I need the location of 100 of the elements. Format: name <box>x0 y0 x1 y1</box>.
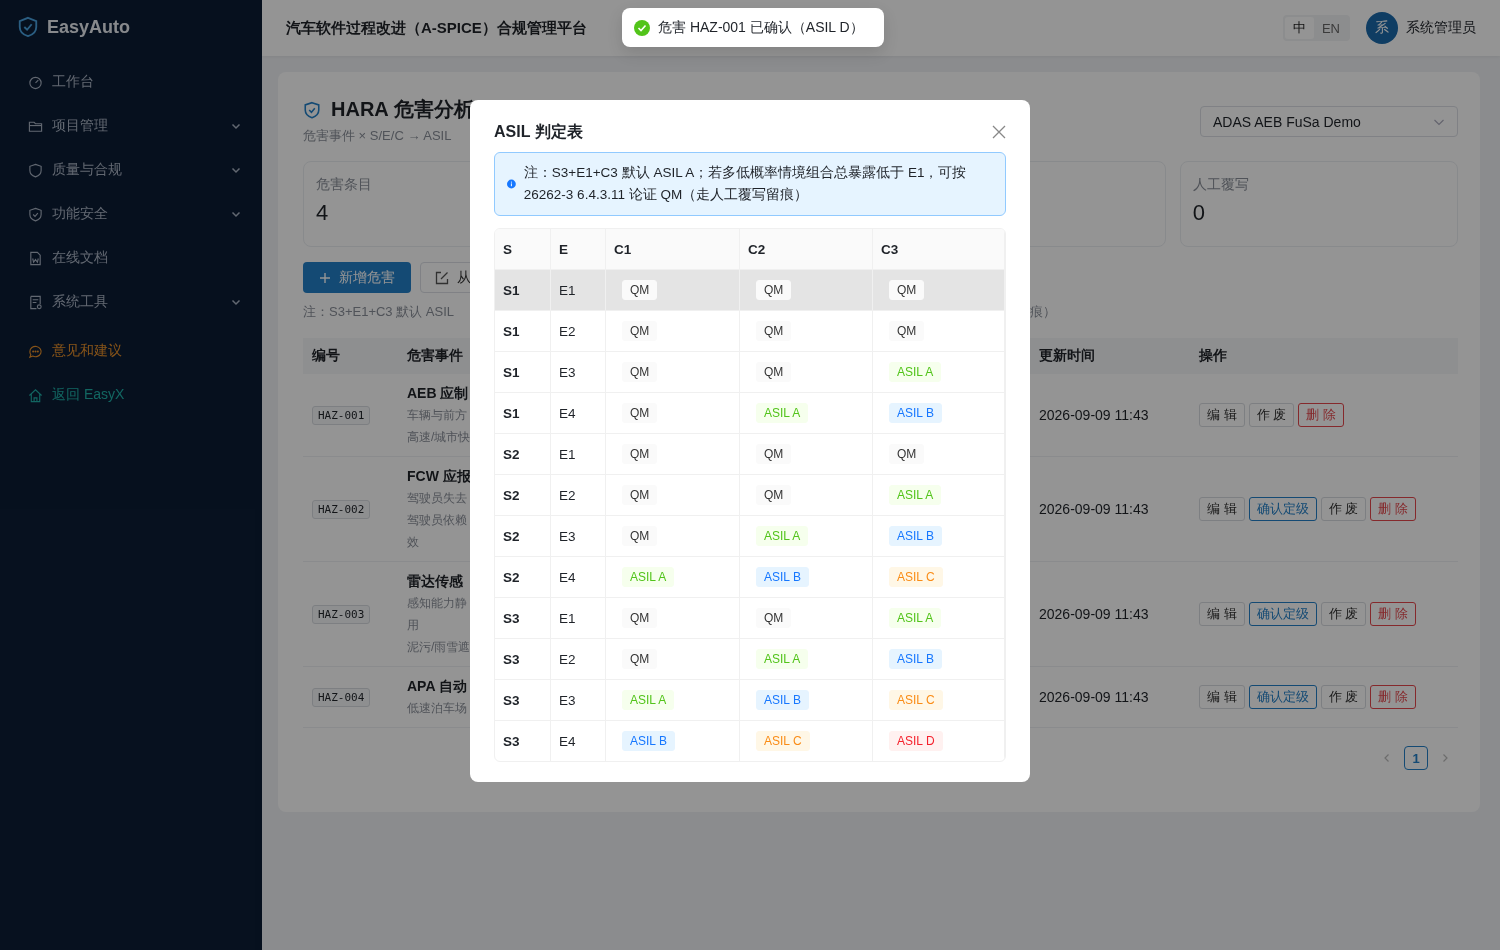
severity-cell: S1 <box>503 323 520 339</box>
exposure-cell: E4 <box>559 569 576 585</box>
hazard-event-description: 高速/城市快 <box>407 429 471 446</box>
row-action-button[interactable]: 编 辑 <box>1199 685 1245 709</box>
asil-tag: QM <box>622 362 658 382</box>
exposure-cell: E4 <box>559 405 576 421</box>
severity-cell: S1 <box>503 405 520 421</box>
shield-check-icon <box>303 100 321 119</box>
exposure-cell: E3 <box>559 528 576 544</box>
exposure-cell: E3 <box>559 364 576 380</box>
asil-tag: QM <box>622 649 658 669</box>
updated-time: 2026-09-09 11:43 <box>1039 407 1149 423</box>
exposure-cell: E2 <box>559 651 576 667</box>
severity-cell: S3 <box>503 733 520 749</box>
stat-label: 人工覆写 <box>1192 176 1249 194</box>
severity-cell: S2 <box>503 446 520 462</box>
stat-value: 4 <box>316 200 329 226</box>
severity-cell: S3 <box>503 651 520 667</box>
check-circle-icon <box>634 19 650 36</box>
asil-tag: ASIL A <box>756 403 809 423</box>
sidebar-item[interactable]: 返回 EasyX <box>0 373 262 417</box>
column-header: 更新时间 <box>1038 347 1096 365</box>
updated-time: 2026-09-09 11:43 <box>1039 689 1149 705</box>
exposure-cell: E2 <box>559 487 576 503</box>
asil-tag: ASIL D <box>889 731 943 751</box>
asil-tag: ASIL C <box>889 567 943 587</box>
asil-tag: ASIL A <box>622 567 675 587</box>
row-action-button[interactable]: 作 废 <box>1320 685 1367 709</box>
exposure-cell: E1 <box>559 610 576 626</box>
row-action-button[interactable]: 编 辑 <box>1199 497 1245 521</box>
gauge-icon <box>28 74 43 90</box>
project-select[interactable]: ADAS AEB FuSa Demo <box>1200 106 1458 137</box>
note-text: 痕） <box>1030 303 1057 321</box>
asil-tag: QM <box>622 608 658 628</box>
asil-tag: QM <box>889 321 925 341</box>
asil-tag: QM <box>622 280 658 300</box>
severity-cell: S2 <box>503 528 520 544</box>
shield-check-icon <box>28 206 43 222</box>
row-action-button[interactable]: 确认定级 <box>1248 685 1317 709</box>
asil-tag: QM <box>756 444 792 464</box>
previous-page-icon[interactable] <box>1382 753 1392 763</box>
severity-cell: S1 <box>503 282 520 298</box>
row-action-button[interactable]: 编 辑 <box>1199 602 1245 626</box>
asil-tag: QM <box>622 321 658 341</box>
close-icon[interactable] <box>992 125 1006 139</box>
column-header: 危害事件 <box>406 347 464 365</box>
asil-tag: QM <box>889 280 925 300</box>
sidebar-item[interactable]: 项目管理 <box>0 104 262 148</box>
sidebar-item[interactable]: 功能安全 <box>0 192 262 236</box>
user-avatar[interactable]: 系 <box>1366 12 1398 44</box>
hazard-event-title: 雷达传感 <box>407 572 463 591</box>
row-action-button[interactable]: 作 废 <box>1320 497 1367 521</box>
sidebar-item[interactable]: 工作台 <box>0 60 262 104</box>
exposure-cell: E2 <box>559 323 576 339</box>
hazard-id: HAZ-001 <box>312 405 371 425</box>
hazard-event-description: 感知能力静 <box>407 595 467 612</box>
row-action-button[interactable]: 删 除 <box>1370 497 1416 521</box>
severity-cell: S3 <box>503 610 520 626</box>
next-page-icon[interactable] <box>1440 753 1450 763</box>
user-name[interactable]: 系统管理员 <box>1406 19 1476 37</box>
column-header: 操作 <box>1198 347 1228 365</box>
asil-tag: ASIL C <box>889 690 943 710</box>
sidebar-item[interactable]: 系统工具 <box>0 280 262 324</box>
sidebar-item[interactable]: 质量与合规 <box>0 148 262 192</box>
hazard-event-title: AEB 应制 <box>407 384 469 403</box>
asil-tag: QM <box>622 526 658 546</box>
sidebar-item[interactable]: 在线文档 <box>0 236 262 280</box>
page-button[interactable]: 1 <box>1404 746 1428 770</box>
row-action-button[interactable]: 作 废 <box>1320 602 1367 626</box>
language-option[interactable]: EN <box>1313 17 1348 39</box>
asil-tag: QM <box>622 485 658 505</box>
hazard-event-description: 驾驶员依赖 <box>407 512 467 529</box>
row-action-button[interactable]: 删 除 <box>1298 403 1344 427</box>
asil-tag: ASIL A <box>622 690 675 710</box>
hazard-id: HAZ-004 <box>312 687 371 707</box>
language-option[interactable]: 中 <box>1284 17 1314 39</box>
asil-tag: QM <box>756 280 792 300</box>
asil-tag: ASIL B <box>889 649 942 669</box>
asil-tag: ASIL B <box>889 403 942 423</box>
exposure-cell: E1 <box>559 282 576 298</box>
row-action-button[interactable]: 删 除 <box>1370 602 1416 626</box>
hazard-event-description: 低速泊车场 <box>407 700 467 717</box>
document-icon <box>28 250 43 266</box>
action-button[interactable]: 新增危害 <box>303 262 411 293</box>
row-action-button[interactable]: 编 辑 <box>1199 403 1245 427</box>
asil-tag: QM <box>756 608 792 628</box>
clipboard-icon <box>28 294 43 310</box>
row-action-button[interactable]: 删 除 <box>1370 685 1416 709</box>
asil-tag: ASIL A <box>756 649 809 669</box>
row-action-button[interactable]: 确认定级 <box>1248 497 1317 521</box>
asil-tag: QM <box>622 444 658 464</box>
row-action-button[interactable]: 作 废 <box>1248 403 1295 427</box>
alert-text: 注：S3+E1+C3 默认 ASIL A；若多低概率情境组合总暴露低于 E1，可按 26262-3 6.4.3.11 论证 QM（走人工覆写留痕） <box>523 164 968 204</box>
row-action-button[interactable]: 确认定级 <box>1248 602 1317 626</box>
shield-check-icon <box>17 15 39 39</box>
edit-icon <box>435 270 449 285</box>
exposure-cell: E3 <box>559 692 576 708</box>
hazard-event-description: 泥污/雨雪遮 <box>407 639 471 656</box>
sidebar-item[interactable]: 意见和建议 <box>0 329 262 373</box>
hazard-event-description: 效 <box>407 534 419 551</box>
